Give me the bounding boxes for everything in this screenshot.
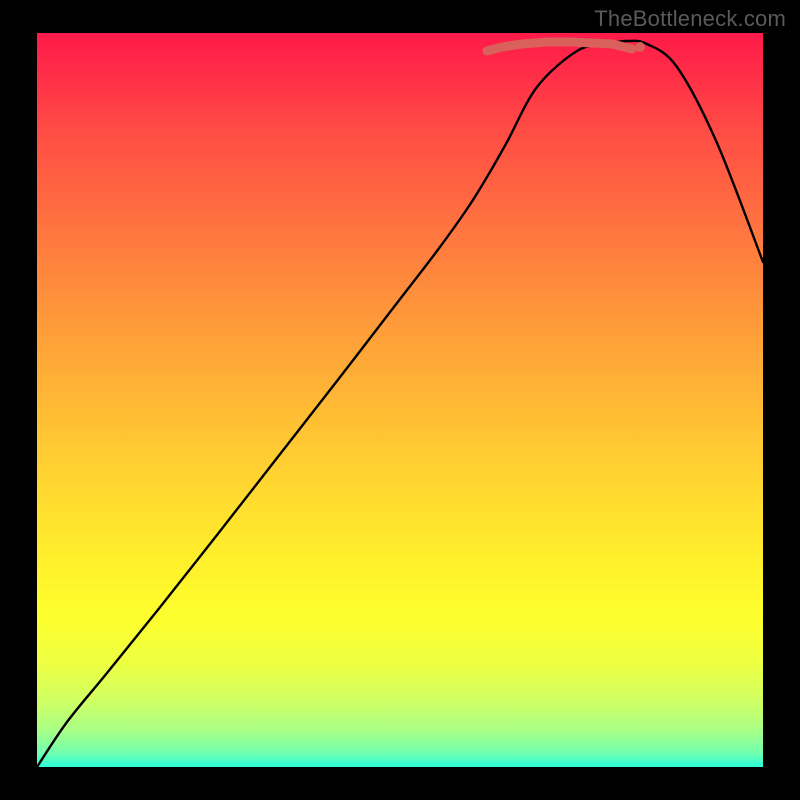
highlight-dot (635, 42, 645, 52)
plot-area (37, 33, 763, 767)
highlight-segment (487, 42, 632, 51)
highlight-markers (487, 42, 645, 52)
curve-path (37, 41, 763, 767)
chart-svg (37, 33, 763, 767)
watermark-text: TheBottleneck.com (594, 6, 786, 32)
